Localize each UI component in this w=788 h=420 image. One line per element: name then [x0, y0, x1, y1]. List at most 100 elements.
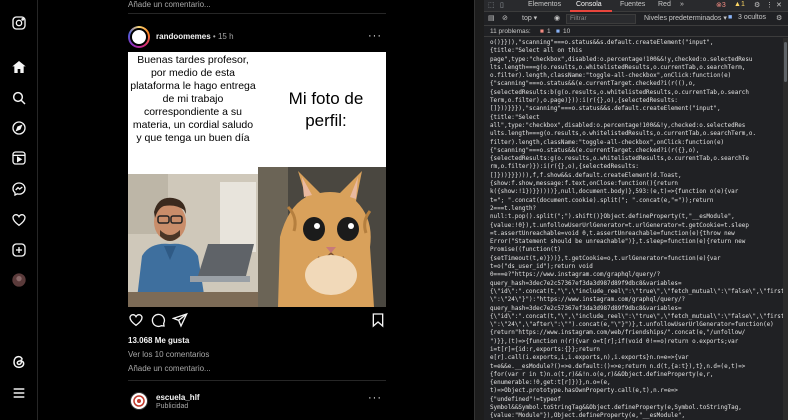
console-filter-input[interactable]: Filtrar	[566, 14, 636, 24]
divider	[128, 13, 386, 14]
post-author[interactable]: randoomemes • 15 h	[156, 32, 234, 41]
console-line: {"scanning"===o.status&&(e.currentTarget…	[490, 81, 696, 88]
console-line: {setTimeout(t,e)}))},t.getCookie=o,t.url…	[490, 255, 721, 262]
console-line: {value:"Module"}),Object.defineProperty(…	[490, 413, 686, 420]
console-line: ults.length===g(o.results,o.whitelistedR…	[490, 131, 756, 138]
console-line: {"scanning"===o.status&&(e.currentTarget…	[490, 147, 700, 154]
instagram-logo-icon[interactable]	[11, 15, 27, 31]
settings-gear-icon[interactable]: ⚙	[754, 1, 760, 9]
console-line: Error("Statement should be unreachable")…	[490, 239, 746, 246]
problems-error-count: 1	[547, 28, 551, 35]
more-options-icon[interactable]: ⋮	[766, 1, 773, 9]
console-line: query_hash=3dec7e2c57367ef3da3d987d89f9d…	[490, 280, 682, 287]
likes-count[interactable]: 13.068 Me gusta	[128, 336, 189, 345]
tab-console[interactable]: Consola	[576, 1, 602, 8]
console-line: filter).length,className:"toggle-all-che…	[490, 139, 725, 146]
console-line: {show:f.show,message:f.text,onClose:func…	[490, 181, 678, 188]
console-line: Promise((function(t)	[490, 247, 561, 254]
console-line: t=o("ds_user_id");return void	[490, 264, 593, 271]
tab-sources[interactable]: Fuentes	[620, 1, 645, 8]
problems-info-icon: ■	[556, 28, 560, 35]
more-options-icon[interactable]: ···	[368, 30, 382, 42]
menu-icon[interactable]	[11, 385, 27, 401]
console-line: k({show:!1})}}))))},null,document.body)}…	[490, 189, 739, 196]
inspect-element-icon[interactable]: ⬚	[488, 1, 495, 9]
problems-bar[interactable]: 11 problemas: ■ 1 ■ 10	[484, 27, 788, 37]
profile-avatar[interactable]	[11, 272, 27, 288]
console-line: Symbol&&Symbol.toStringTag&&Object.defin…	[490, 405, 742, 412]
previous-add-comment[interactable]: Añade un comentario...	[128, 0, 211, 9]
console-line: \":\"24\",\"after\":\"").concat(e,"\"}")…	[490, 322, 774, 329]
more-options-icon[interactable]: ···	[368, 392, 382, 404]
console-line: {return"https://www.instagram.com/web/fr…	[490, 330, 746, 337]
close-icon[interactable]: ✕	[776, 1, 782, 9]
console-line: {\"id\":".concat(t,"\",\"include_reel\":…	[490, 313, 785, 320]
share-icon[interactable]	[171, 312, 188, 328]
console-settings-gear-icon[interactable]: ⚙	[776, 14, 782, 22]
clear-console-icon[interactable]: ⊘	[502, 14, 508, 22]
home-icon[interactable]	[11, 59, 27, 75]
console-line: lts.length===g(o.results,o.whitelistedRe…	[490, 64, 746, 71]
console-output[interactable]: o()}})),"scanning"===o.status&&s.default…	[484, 38, 788, 420]
meme-caption-right: Mi foto de perfil:	[288, 89, 364, 130]
like-heart-icon[interactable]	[128, 312, 144, 328]
error-count-badge[interactable]: ⊗3	[716, 1, 726, 9]
add-comment-input[interactable]: Añade un comentario...	[128, 364, 211, 373]
sidebar-toggle-icon[interactable]: ▤	[488, 14, 495, 22]
tab-network[interactable]: Red	[658, 1, 671, 8]
console-line: \":\"24\"}"):"https://www.instagram.com/…	[490, 297, 686, 304]
console-line: all",type:"checkbox",disabled:o.percenta…	[490, 122, 746, 129]
save-bookmark-icon[interactable]	[370, 312, 386, 328]
console-line: {value:!0}),t.unfollowUserUrlGenerator=t…	[490, 222, 749, 229]
view-comments-link[interactable]: Ver los 10 comentarios	[128, 350, 209, 359]
devtools-tabbar: ⬚ ▯ Elementos Consola Fuentes Red » ⊗3 ▲…	[484, 0, 788, 12]
console-line: {for(var r in t)n.o(t,r)&&!n.o(e,r)&&Obj…	[490, 371, 714, 378]
console-line: {selectedResults:g(o.results,o.whitelist…	[490, 156, 749, 163]
photo-man-laptop	[128, 174, 258, 307]
console-line: e[r].call(i.exports,i,i.exports,n),i.exp…	[490, 355, 689, 362]
post-image[interactable]: Buenas tardes profesor, por medio de est…	[128, 52, 386, 307]
feed: Añade un comentario... randoomemes • 15 …	[128, 0, 386, 420]
log-levels-label: Niveles predeterminados	[644, 15, 722, 22]
devtools-panel: ⬚ ▯ Elementos Consola Fuentes Red » ⊗3 ▲…	[484, 0, 788, 420]
context-selector[interactable]: top ▾	[522, 14, 537, 22]
tab-elements[interactable]: Elementos	[528, 1, 561, 8]
console-line: t)=>Object.prototype.hasOwnProperty.call…	[490, 388, 678, 395]
instagram-sidebar	[0, 0, 38, 420]
console-line: []}))}}}))),f,f.show&&s.default.createEl…	[490, 172, 682, 179]
console-toolbar: ▤ ⊘ top ▾ ◉ Filtrar Niveles predetermina…	[484, 12, 788, 26]
heart-icon[interactable]	[11, 212, 27, 228]
comment-icon[interactable]	[150, 312, 166, 328]
live-expression-eye-icon[interactable]: ◉	[554, 14, 560, 22]
messenger-icon[interactable]	[11, 181, 27, 197]
reels-icon[interactable]	[11, 150, 27, 166]
story-ring[interactable]	[128, 26, 150, 48]
console-line: {title:"Select	[490, 114, 540, 121]
explore-icon[interactable]	[11, 120, 27, 136]
warning-count-badge[interactable]: ▲1	[734, 1, 745, 8]
more-tabs[interactable]: »	[680, 1, 684, 8]
create-icon[interactable]	[11, 242, 27, 258]
separator-dot: •	[212, 32, 216, 41]
username[interactable]: escuela_hlf	[156, 393, 200, 402]
hidden-messages-count: 3 ocultos	[738, 14, 767, 21]
page-scrollbar[interactable]	[474, 0, 484, 420]
threads-icon[interactable]	[11, 354, 27, 370]
log-levels-dropdown[interactable]: Niveles predeterminados ▾	[644, 14, 727, 22]
warning-count: 1	[740, 1, 745, 8]
issues-icon[interactable]: ■	[728, 14, 732, 21]
console-line: o()}})),"scanning"===o.status&&s.default…	[490, 40, 714, 46]
search-icon[interactable]	[11, 90, 27, 106]
console-line: {\"id\":".concat(t,"\",\"include_reel\":…	[490, 288, 785, 295]
post-time: 15 h	[217, 32, 234, 41]
console-scrollbar[interactable]	[783, 38, 788, 420]
console-line: ")}},(t)=>{function n(r){var o=t[r];if(v…	[490, 338, 739, 345]
meme-caption-left: Buenas tardes profesor, por medio de est…	[130, 54, 256, 144]
console-line: rm,o.filter)}):i(r({},o),{selectedResult…	[490, 164, 639, 171]
next-post-header: escuela_hlf Publicidad ···	[128, 388, 386, 420]
avatar[interactable]	[130, 392, 148, 410]
username[interactable]: randoomemes	[156, 32, 211, 41]
device-toolbar-icon[interactable]: ▯	[500, 1, 504, 9]
scrollbar-thumb[interactable]	[784, 42, 787, 82]
console-line: null:t.pop().split(";").shift()}Object.d…	[490, 214, 735, 221]
